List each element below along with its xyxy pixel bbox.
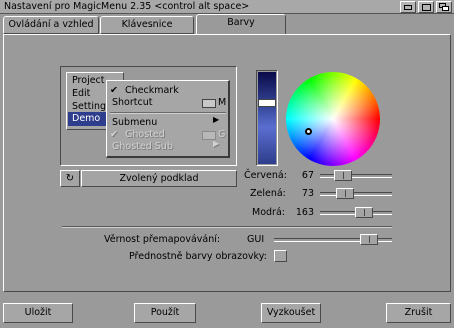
window-title: Nastavení pro MagicMenu 2.35 <control al… xyxy=(4,1,250,12)
checkmark-icon: ✔ xyxy=(110,85,118,96)
remap-value: GUI xyxy=(247,234,265,245)
shortcut-key: M xyxy=(218,97,227,108)
submenu-item-ghosted: Ghosted xyxy=(125,129,165,140)
submenu-item: Submenu xyxy=(112,117,158,128)
submenu-item-ghosted: Ghosted Sub xyxy=(112,141,173,152)
remap-slider[interactable] xyxy=(274,234,392,245)
cycle-button[interactable]: ↻ xyxy=(60,170,80,187)
brightness-slider[interactable] xyxy=(256,70,278,166)
remap-slider-knob[interactable] xyxy=(360,234,378,245)
amiga-key-icon xyxy=(202,99,216,108)
red-value: 67 xyxy=(301,170,314,181)
background-selector[interactable]: Zvolený podklad xyxy=(81,170,237,187)
green-value: 73 xyxy=(301,188,314,199)
submenu-arrow-icon: ▶ xyxy=(213,115,220,124)
preview-menu-item: Project xyxy=(72,75,105,86)
submenu-arrow-icon: ▶ xyxy=(213,139,220,148)
iconify-icon xyxy=(404,5,412,10)
zoom-icon xyxy=(422,4,431,11)
try-button-label: Vyzkoušet xyxy=(266,307,316,318)
save-button[interactable]: Uložit xyxy=(3,303,73,323)
cancel-button[interactable]: Zrušit xyxy=(386,303,451,323)
tab-barvy[interactable]: Barvy xyxy=(196,14,286,35)
blue-slider-knob[interactable] xyxy=(355,207,373,218)
brightness-knob[interactable] xyxy=(258,99,276,107)
submenu-item: Checkmark xyxy=(125,85,179,96)
color-wheel-cursor[interactable] xyxy=(305,128,312,135)
color-swatch xyxy=(258,72,276,164)
save-button-label: Uložit xyxy=(24,307,52,318)
cycle-icon: ↻ xyxy=(65,173,75,184)
divider xyxy=(62,226,392,228)
preview-submenu: ✔ Checkmark Shortcut M Submenu ▶ ✔ Ghost… xyxy=(106,80,230,158)
green-slider[interactable] xyxy=(320,188,392,199)
remap-label: Věrnost přemapovávání: xyxy=(104,234,221,245)
green-label: Zelená: xyxy=(250,188,286,199)
iconify-button[interactable] xyxy=(400,1,416,13)
tab-ovladani[interactable]: Ovládání a vzhled xyxy=(3,16,99,34)
preferred-colors-label: Přednostně barvy obrazovky: xyxy=(129,251,267,262)
green-slider-knob[interactable] xyxy=(336,188,354,199)
use-button-label: Použít xyxy=(150,307,180,318)
red-slider-knob[interactable] xyxy=(334,170,352,181)
blue-slider[interactable] xyxy=(320,207,392,218)
zoom-button[interactable] xyxy=(418,1,434,13)
try-button[interactable]: Vyzkoušet xyxy=(261,303,321,323)
color-wheel[interactable] xyxy=(286,72,380,166)
menu-separator xyxy=(110,112,226,114)
red-slider[interactable] xyxy=(320,170,392,181)
blue-label: Modrá: xyxy=(252,207,285,218)
tab-label: Klávesnice xyxy=(121,19,173,30)
background-selector-label: Zvolený podklad xyxy=(119,173,199,184)
preview-menu-item: Edit xyxy=(72,88,91,99)
red-label: Červená: xyxy=(244,170,287,181)
blue-value: 163 xyxy=(295,207,314,218)
preview-menu-item-selected: Demo xyxy=(68,112,108,126)
depth-button[interactable] xyxy=(436,1,452,13)
checkmark-icon: ✔ xyxy=(110,129,118,140)
use-button[interactable]: Použít xyxy=(134,303,196,323)
tab-label: Ovládání a vzhled xyxy=(8,19,94,30)
preferred-colors-checkbox[interactable] xyxy=(274,250,287,262)
title-bar[interactable]: Nastavení pro MagicMenu 2.35 <control al… xyxy=(0,0,454,14)
cancel-button-label: Zrušit xyxy=(404,307,433,318)
submenu-item: Shortcut xyxy=(112,97,153,108)
tab-klavesnice[interactable]: Klávesnice xyxy=(100,16,194,34)
tab-label: Barvy xyxy=(227,17,255,28)
